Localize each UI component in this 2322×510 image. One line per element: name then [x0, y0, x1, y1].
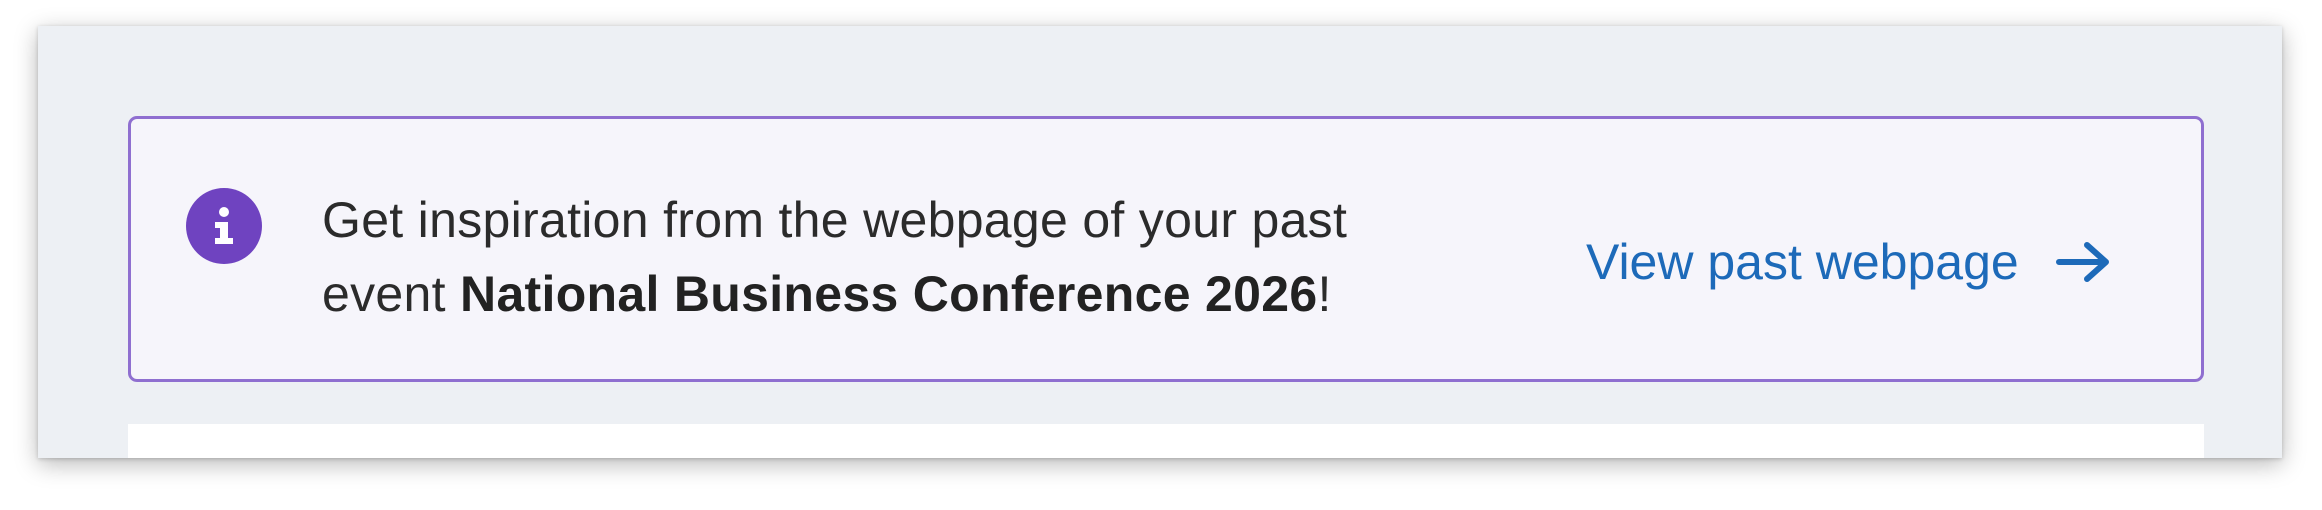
- app-window: Get inspiration from the webpage of your…: [38, 26, 2282, 458]
- info-icon: [186, 188, 262, 264]
- banner-message: Get inspiration from the webpage of your…: [322, 183, 1482, 331]
- view-past-webpage-label: View past webpage: [1586, 234, 2019, 290]
- past-event-info-banner: Get inspiration from the webpage of your…: [128, 116, 2204, 382]
- arrow-right-icon: [2053, 237, 2115, 287]
- view-past-webpage-link[interactable]: View past webpage: [1586, 225, 2115, 299]
- event-name: National Business Conference 2026: [460, 266, 1318, 322]
- content-card: [128, 424, 2204, 458]
- banner-message-suffix: !: [1317, 266, 1332, 322]
